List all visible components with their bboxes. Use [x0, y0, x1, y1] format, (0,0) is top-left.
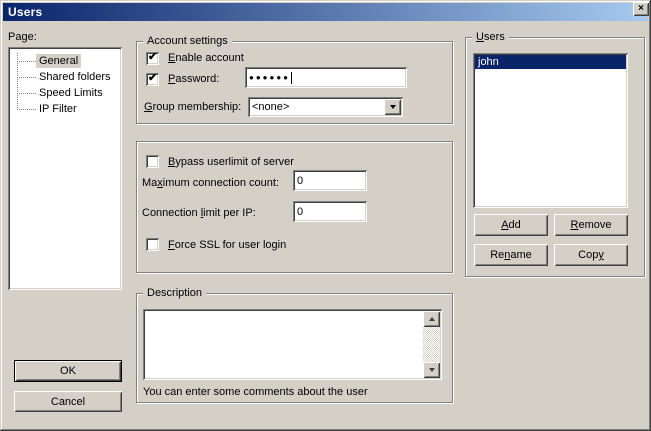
arrow-up-icon: [429, 314, 435, 321]
users-dialog: Users × Page: General Shared folders Spe…: [0, 0, 651, 431]
cancel-button[interactable]: Cancel: [14, 391, 122, 412]
password-value: ●●●●●●: [249, 72, 290, 84]
tree-item-general[interactable]: General: [8, 53, 122, 69]
group-membership-select[interactable]: <none>: [248, 97, 403, 117]
ip-limit-value: 0: [297, 206, 303, 218]
add-button[interactable]: Add: [474, 214, 548, 236]
enable-account-label: Enable account: [168, 52, 244, 65]
account-settings-title: Account settings: [143, 35, 232, 48]
description-textarea[interactable]: [143, 309, 442, 380]
password-label: Password:: [168, 73, 219, 86]
bypass-userlimit-checkbox[interactable]: ✔: [146, 155, 159, 168]
group-membership-label: Group membership:: [144, 101, 241, 114]
ok-button-label: OK: [60, 365, 76, 377]
tree-connector: [17, 109, 36, 110]
scroll-down-button[interactable]: [423, 362, 440, 378]
text-caret: [291, 72, 292, 84]
description-title: Description: [143, 287, 206, 300]
remove-button[interactable]: Remove: [554, 214, 628, 236]
tree-item-label[interactable]: General: [36, 54, 81, 68]
window-title: Users: [8, 5, 42, 19]
ip-limit-input[interactable]: 0: [293, 201, 367, 222]
force-ssl-checkbox[interactable]: ✔: [146, 238, 159, 251]
password-input[interactable]: ●●●●●●: [245, 67, 407, 88]
users-list[interactable]: john: [473, 53, 628, 208]
max-connections-label: Maximum connection count:: [142, 177, 279, 190]
title-bar[interactable]: Users: [3, 3, 648, 21]
description-hint: You can enter some comments about the us…: [143, 386, 368, 399]
tree-item-label[interactable]: IP Filter: [36, 102, 80, 116]
tree-connector: [17, 61, 36, 62]
check-icon: ✔: [148, 71, 157, 84]
ok-button[interactable]: OK: [14, 360, 122, 382]
bypass-userlimit-label: Bypass userlimit of server: [168, 156, 294, 169]
close-icon: ×: [638, 3, 644, 15]
copy-button[interactable]: Copy: [554, 244, 628, 266]
users-group-title: Users: [472, 31, 509, 44]
tree-item-shared-folders[interactable]: Shared folders: [8, 69, 122, 85]
chevron-down-icon: [390, 105, 396, 112]
copy-button-label: Copy: [578, 249, 604, 261]
page-label: Page:: [8, 31, 37, 44]
page-tree[interactable]: General Shared folders Speed Limits IP F…: [8, 47, 122, 290]
rename-button-label: Rename: [490, 249, 532, 261]
tree-item-ip-filter[interactable]: IP Filter: [8, 101, 122, 117]
remove-button-label: Remove: [571, 219, 612, 231]
tree-item-speed-limits[interactable]: Speed Limits: [8, 85, 122, 101]
description-scrollbar[interactable]: [423, 311, 440, 378]
scroll-up-button[interactable]: [423, 311, 440, 327]
enable-account-checkbox[interactable]: ✔: [146, 52, 159, 65]
tree-item-label[interactable]: Speed Limits: [36, 86, 106, 100]
group-membership-value: <none>: [252, 101, 289, 113]
cancel-button-label: Cancel: [51, 396, 85, 408]
tree-connector: [17, 77, 36, 78]
password-checkbox[interactable]: ✔: [146, 73, 159, 86]
force-ssl-label: Force SSL for user login: [168, 239, 286, 252]
max-connections-value: 0: [297, 175, 303, 187]
add-button-label: Add: [501, 219, 521, 231]
tree-connector: [17, 93, 36, 94]
arrow-down-icon: [429, 368, 435, 375]
max-connections-input[interactable]: 0: [293, 170, 367, 191]
check-icon: ✔: [148, 50, 157, 63]
tree-item-label[interactable]: Shared folders: [36, 70, 114, 84]
user-list-item[interactable]: john: [475, 55, 626, 69]
close-button[interactable]: ×: [633, 2, 649, 16]
dropdown-button[interactable]: [384, 99, 401, 115]
rename-button[interactable]: Rename: [474, 244, 548, 266]
ip-limit-label: Connection limit per IP:: [142, 207, 256, 220]
